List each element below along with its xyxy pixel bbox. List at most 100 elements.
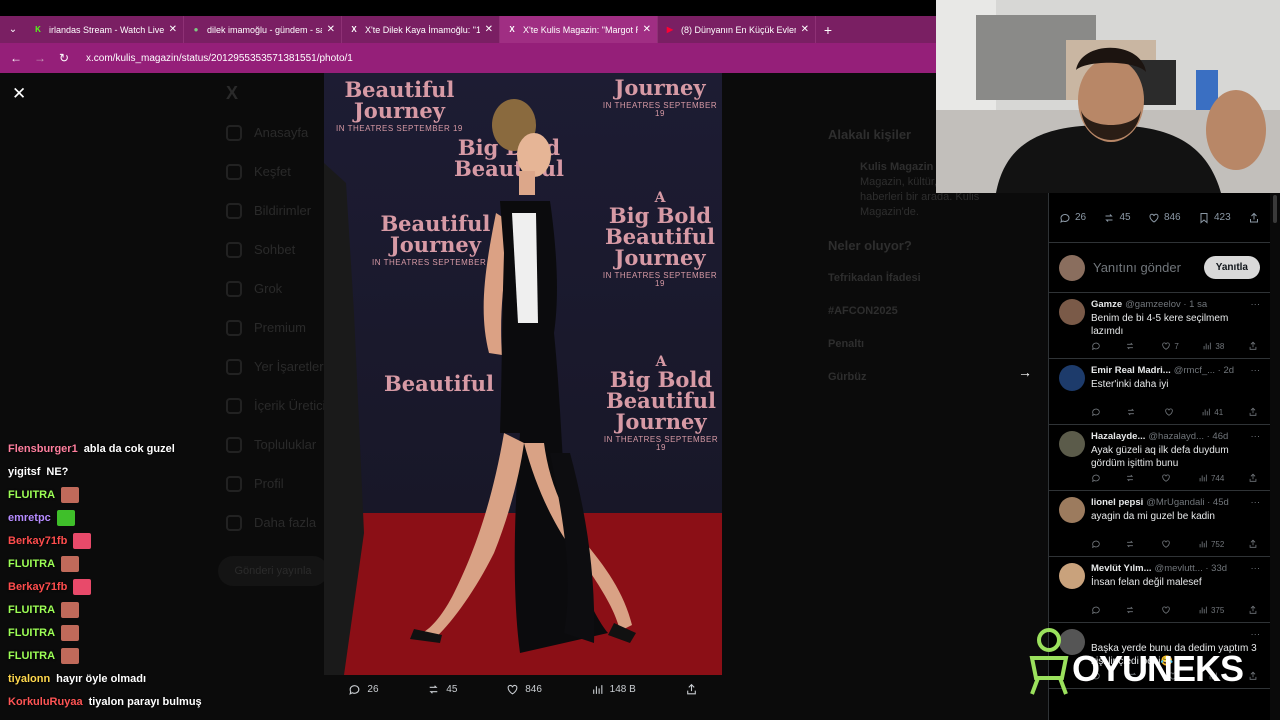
- browser-tab[interactable]: X X'te Dilek Kaya İmamoğlu: "17 ✕: [342, 16, 500, 43]
- chat-message: Flensburger1 abla da cok guzel: [8, 437, 308, 460]
- reply-author[interactable]: lionel pepsi: [1091, 497, 1143, 508]
- reply-author[interactable]: Gamze: [1091, 299, 1122, 310]
- chat-username[interactable]: Berkay71fb: [8, 535, 67, 547]
- tab-close-icon[interactable]: ✕: [169, 24, 177, 35]
- browser-tab[interactable]: ▶ (8) Dünyanın En Küçük Evleri: 1 ✕: [658, 16, 816, 43]
- chat-username[interactable]: FLUITRA: [8, 558, 55, 570]
- avatar[interactable]: [1059, 431, 1085, 457]
- reply-item[interactable]: Mevlüt Yılm... @mevlutt... · 33d ··· İnsan …: [1049, 557, 1270, 623]
- more-icon[interactable]: ···: [1251, 431, 1261, 442]
- reply-button[interactable]: 26: [348, 683, 379, 696]
- like-button[interactable]: 846: [506, 683, 542, 696]
- reload-icon[interactable]: ↻: [52, 51, 76, 65]
- avatar[interactable]: [1059, 299, 1085, 325]
- tab-close-icon[interactable]: ✕: [801, 24, 809, 35]
- reply-item[interactable]: lionel pepsi @MrUgandali · 45d ··· ayagin d…: [1049, 491, 1270, 557]
- sidebar-nav-item: Keşfet: [226, 152, 336, 191]
- back-icon[interactable]: ←: [4, 51, 28, 65]
- chart-icon[interactable]: 375: [1198, 605, 1224, 615]
- share-icon[interactable]: [1248, 605, 1258, 615]
- tab-close-icon[interactable]: ✕: [327, 24, 335, 35]
- repost-icon[interactable]: [1126, 407, 1139, 417]
- avatar[interactable]: [1059, 497, 1085, 523]
- browser-tab[interactable]: Kirlandas Stream - Watch Live on ✕: [26, 16, 184, 43]
- url-field[interactable]: x.com/kulis_magazin/status/2012955353571…: [86, 53, 353, 64]
- tab-list-button[interactable]: ⌄: [0, 16, 26, 43]
- chat-username[interactable]: yigitsf: [8, 466, 40, 478]
- repost-icon[interactable]: [1125, 341, 1138, 351]
- tab-title: irlandas Stream - Watch Live on: [49, 24, 164, 35]
- chat-username[interactable]: FLUITRA: [8, 627, 55, 639]
- reply-icon[interactable]: [1091, 341, 1101, 351]
- reply-icon[interactable]: [1091, 407, 1101, 417]
- more-icon[interactable]: ···: [1251, 563, 1261, 574]
- chart-icon[interactable]: 38: [1202, 341, 1224, 351]
- reply-item[interactable]: Emir Real Madri... @rmcf_... · 2d ··· Ester…: [1049, 359, 1270, 425]
- chat-username[interactable]: FLUITRA: [8, 489, 55, 501]
- share-icon[interactable]: [1248, 341, 1258, 351]
- reply-author[interactable]: Mevlüt Yılm...: [1091, 563, 1152, 574]
- avatar: [1059, 254, 1085, 281]
- new-tab-button[interactable]: +: [816, 22, 840, 38]
- share-button[interactable]: [685, 683, 698, 696]
- scrollbar-thumb[interactable]: [1273, 195, 1277, 223]
- chat-message: yigitsf NE?: [8, 460, 308, 483]
- kick-icon: K: [35, 25, 41, 34]
- repost-icon[interactable]: [1125, 605, 1138, 615]
- chart-icon[interactable]: 744: [1198, 473, 1224, 483]
- chat-username[interactable]: Berkay71fb: [8, 581, 67, 593]
- views-button[interactable]: 148 B: [591, 683, 636, 696]
- chat-message: FLUITRA: [8, 598, 308, 621]
- scrollbar[interactable]: [1270, 193, 1280, 720]
- heart-icon[interactable]: [1161, 605, 1174, 615]
- reply-item[interactable]: Hazalayde... @hazalayd... · 46d ··· Ayak gü…: [1049, 425, 1270, 491]
- reply-submit-button[interactable]: Yanıtla: [1203, 256, 1260, 279]
- share-icon[interactable]: [1248, 407, 1258, 417]
- reply-icon[interactable]: [1091, 605, 1101, 615]
- more-icon[interactable]: ···: [1251, 497, 1261, 508]
- chat-username[interactable]: emretpc: [8, 512, 51, 524]
- repost-icon[interactable]: [1125, 473, 1138, 483]
- reply-icon[interactable]: [1091, 473, 1101, 483]
- browser-tab[interactable]: X X'te Kulis Magazin: "Margot Rob ✕: [500, 16, 658, 43]
- stat-likes[interactable]: 846: [1148, 212, 1181, 224]
- reply-input[interactable]: Yanıtını gönder: [1093, 260, 1196, 275]
- close-icon[interactable]: ✕: [12, 84, 26, 104]
- chart-icon[interactable]: 752: [1198, 539, 1224, 549]
- nav-label: Anasayfa: [254, 125, 309, 140]
- reply-item[interactable]: Gamze @gamzeelov · 1 sa ··· Benim de bi 4-5…: [1049, 293, 1270, 359]
- share-icon[interactable]: [1248, 539, 1258, 549]
- stat-share[interactable]: [1248, 212, 1260, 224]
- stat-bookmarks[interactable]: 423: [1198, 212, 1231, 224]
- stat-reposts[interactable]: 45: [1103, 212, 1131, 224]
- more-icon[interactable]: ···: [1251, 365, 1261, 376]
- chat-username[interactable]: Flensburger1: [8, 443, 78, 455]
- chat-username[interactable]: tiyalonn: [8, 673, 50, 685]
- stat-replies[interactable]: 26: [1059, 212, 1086, 224]
- heart-icon[interactable]: [1161, 473, 1174, 483]
- avatar[interactable]: [1059, 563, 1085, 589]
- next-photo-icon[interactable]: →: [1018, 364, 1032, 380]
- heart-icon[interactable]: [1164, 407, 1177, 417]
- browser-tab[interactable]: ● dilek imamoğlu - gündem - say ✕: [184, 16, 342, 43]
- stat-reposts-count: 45: [1119, 212, 1131, 223]
- chat-text: tiyalon parayı bulmuş: [88, 695, 202, 708]
- chat-username[interactable]: KorkuluRuyaa: [8, 696, 83, 708]
- more-icon[interactable]: ···: [1251, 299, 1261, 310]
- tab-close-icon[interactable]: ✕: [485, 24, 493, 35]
- repost-icon: [429, 684, 438, 694]
- forward-icon[interactable]: →: [28, 51, 52, 65]
- share-icon[interactable]: [1248, 473, 1258, 483]
- chart-icon[interactable]: 41: [1201, 407, 1223, 417]
- chat-username[interactable]: FLUITRA: [8, 650, 55, 662]
- heart-icon[interactable]: [1161, 539, 1174, 549]
- tab-close-icon[interactable]: ✕: [643, 24, 651, 35]
- reply-author[interactable]: Hazalayde...: [1091, 431, 1145, 442]
- reply-author[interactable]: Emir Real Madri...: [1091, 365, 1171, 376]
- repost-button[interactable]: 45: [427, 683, 457, 696]
- reply-icon[interactable]: [1091, 539, 1101, 549]
- chat-username[interactable]: FLUITRA: [8, 604, 55, 616]
- avatar[interactable]: [1059, 365, 1085, 391]
- heart-icon[interactable]: 7: [1161, 341, 1179, 351]
- repost-icon[interactable]: [1125, 539, 1138, 549]
